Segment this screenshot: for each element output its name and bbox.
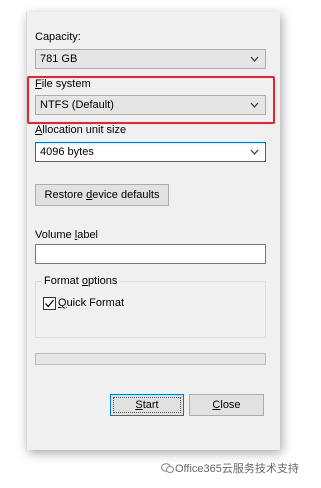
volume-label: Volume label — [35, 229, 98, 242]
wechat-icon — [161, 463, 174, 473]
chevron-down-icon — [250, 149, 259, 155]
volume-label-pre: Volume — [35, 229, 75, 241]
format-progress-bar — [35, 353, 266, 365]
format-options-title: Format options — [42, 275, 120, 288]
watermark-text: Office365云服务技术支持 — [175, 463, 299, 475]
restore-defaults-button[interactable]: Restore device defaults — [35, 184, 169, 206]
allocation-label: Allocation unit size — [35, 124, 126, 137]
restore-label-pre: Restore — [44, 189, 87, 201]
close-label-text: lose — [220, 399, 241, 411]
start-label-key: S — [135, 399, 143, 411]
allocation-label-text: llocation unit size — [42, 124, 127, 136]
allocation-dropdown[interactable]: 4096 bytes — [35, 142, 266, 162]
start-label-text: tart — [142, 399, 159, 411]
volume-label-post: abel — [77, 229, 98, 241]
start-button-focus: Start — [113, 397, 181, 413]
volume-label-input[interactable] — [35, 244, 266, 264]
restore-label-post: evice defaults — [92, 189, 160, 201]
quick-format-checkbox[interactable] — [43, 297, 56, 310]
format-options-title-post: ptions — [88, 275, 118, 287]
allocation-value: 4096 bytes — [40, 146, 94, 158]
close-button[interactable]: Close — [189, 394, 264, 416]
quick-format-label-text: uick Format — [66, 297, 125, 309]
checkmark-icon — [45, 299, 55, 308]
chevron-down-icon — [250, 56, 259, 62]
capacity-label: Capacity: — [35, 31, 81, 43]
quick-format-label[interactable]: Quick Format — [58, 297, 124, 310]
capacity-dropdown[interactable]: 781 GB — [35, 49, 266, 69]
quick-format-label-key: Q — [58, 297, 67, 309]
file-system-highlight-box — [27, 76, 275, 124]
format-options-title-pre: Format — [44, 275, 82, 287]
capacity-value: 781 GB — [40, 53, 78, 65]
start-button[interactable]: Start — [110, 394, 184, 416]
